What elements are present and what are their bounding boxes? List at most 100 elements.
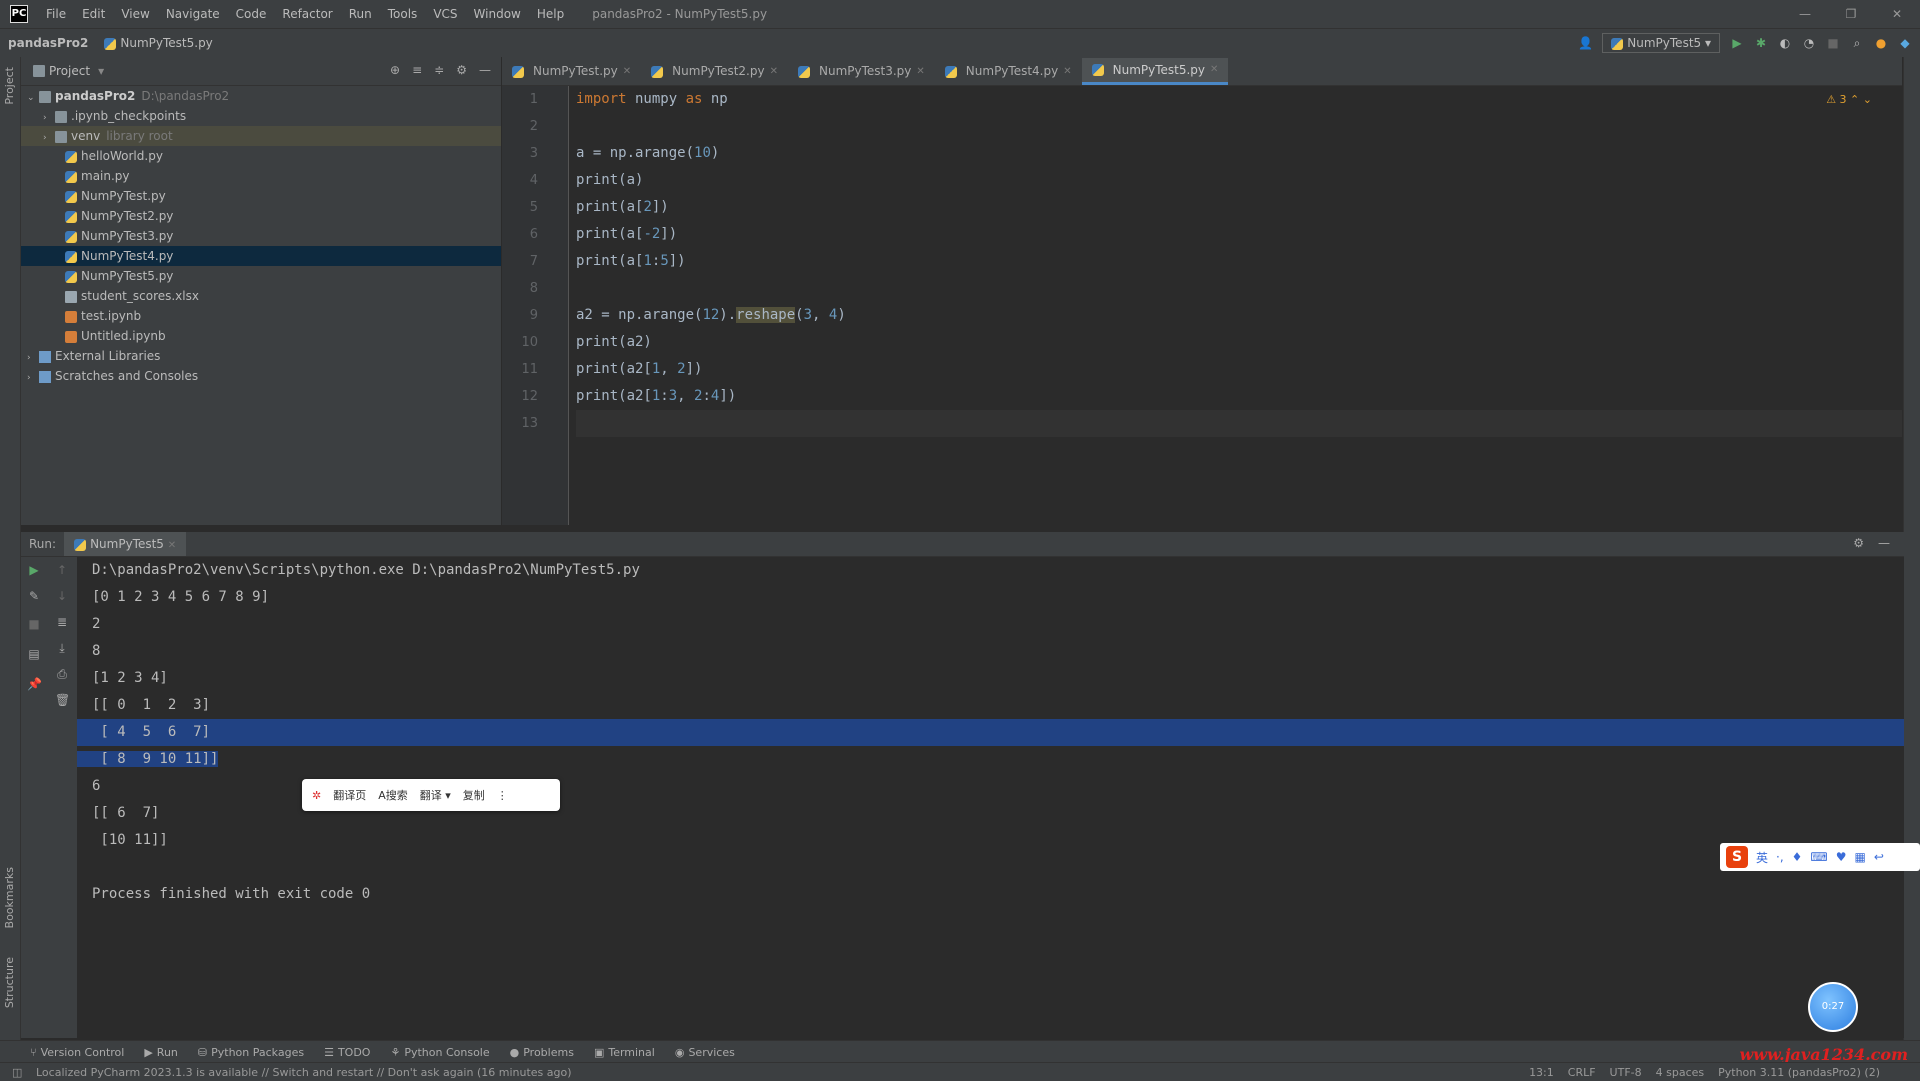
tree-item-file[interactable]: Untitled.ipynb (21, 326, 501, 346)
tab-numpytest[interactable]: NumPyTest.py ✕ (502, 58, 641, 85)
ime-item[interactable]: ⌨ (1810, 850, 1827, 864)
tree-item-scratches[interactable]: › Scratches and Consoles (21, 366, 501, 386)
close-tab-icon[interactable]: ✕ (1063, 58, 1071, 85)
line-separator[interactable]: CRLF (1568, 1066, 1596, 1079)
console-line[interactable]: [ 8 9 10 11]] (77, 746, 1904, 773)
tool-run[interactable]: ▶ Run (134, 1046, 188, 1059)
tree-item-file[interactable]: NumPyTest2.py (21, 206, 501, 226)
tab-numpytest2[interactable]: NumPyTest2.py ✕ (641, 58, 788, 85)
chevron-right-icon[interactable]: › (27, 348, 39, 368)
menu-refactor[interactable]: Refactor (274, 7, 340, 21)
breadcrumb-project[interactable]: pandasPro2 (0, 36, 96, 50)
plugin-icon[interactable]: ◆ (1898, 36, 1912, 50)
ime-item[interactable]: ▦ (1855, 850, 1866, 864)
indent-setting[interactable]: 4 spaces (1656, 1066, 1705, 1079)
maximize-icon[interactable]: ❐ (1828, 0, 1874, 28)
tool-version-control[interactable]: ⑂ Version Control (0, 1046, 134, 1059)
python-interpreter[interactable]: Python 3.11 (pandasPro2) (2) (1718, 1066, 1880, 1079)
structure-tool-tab[interactable]: Structure (3, 957, 16, 1008)
code-line[interactable]: print(a[1:5]) (576, 248, 1902, 275)
code-line[interactable]: import numpy as np (576, 86, 1902, 113)
rerun-icon[interactable]: ▶ (27, 563, 41, 577)
chevron-down-icon[interactable]: ▾ (98, 64, 104, 78)
stop-icon[interactable]: ■ (27, 617, 41, 631)
status-toggle-icon[interactable]: ◫ (12, 1066, 22, 1079)
code-line[interactable]: a = np.arange(10) (576, 140, 1902, 167)
file-encoding[interactable]: UTF-8 (1610, 1066, 1642, 1079)
menu-window[interactable]: Window (466, 7, 529, 21)
console-line[interactable]: [ 4 5 6 7] (77, 719, 1904, 746)
menu-view[interactable]: View (113, 7, 157, 21)
soft-wrap-icon[interactable]: ≣ (55, 615, 69, 629)
project-tool-tab[interactable]: Project (3, 67, 16, 105)
popup-copy[interactable]: 复制 (463, 787, 485, 803)
run-icon[interactable]: ▶ (1730, 36, 1744, 50)
code-line[interactable]: print(a2[1:3, 2:4]) (576, 383, 1902, 410)
menu-tools[interactable]: Tools (380, 7, 426, 21)
hide-icon[interactable]: — (479, 63, 491, 77)
tree-item-file[interactable]: NumPyTest3.py (21, 226, 501, 246)
update-icon[interactable]: ● (1874, 36, 1888, 50)
debug-icon[interactable]: ✱ (1754, 36, 1768, 50)
close-icon[interactable]: ✕ (1874, 0, 1920, 28)
stop-icon[interactable]: ■ (1826, 36, 1840, 50)
gear-icon[interactable]: ⚙ (456, 63, 467, 77)
sogou-logo-icon[interactable]: S (1726, 846, 1748, 868)
tab-numpytest5-active[interactable]: NumPyTest5.py ✕ (1081, 58, 1229, 85)
console-line[interactable]: Process finished with exit code 0 (77, 881, 1904, 908)
tree-item-checkpoints[interactable]: › .ipynb_checkpoints (21, 106, 501, 126)
tree-item-file[interactable]: test.ipynb (21, 306, 501, 326)
code-line[interactable]: print(a2) (576, 329, 1902, 356)
chevron-down-icon[interactable]: ⌄ (27, 88, 39, 108)
tree-item-external-libraries[interactable]: › External Libraries (21, 346, 501, 366)
print-icon[interactable]: ⎙ (55, 667, 69, 681)
code-line[interactable]: print(a[-2]) (576, 221, 1902, 248)
close-tab-icon[interactable]: ✕ (623, 58, 631, 85)
chevron-right-icon[interactable]: › (27, 368, 39, 388)
tree-item-file[interactable]: helloWorld.py (21, 146, 501, 166)
tab-numpytest4[interactable]: NumPyTest4.py ✕ (935, 58, 1082, 85)
menu-navigate[interactable]: Navigate (158, 7, 228, 21)
caret-position[interactable]: 13:1 (1529, 1066, 1554, 1079)
ime-item[interactable]: ♦ (1792, 850, 1803, 864)
expand-all-icon[interactable]: ≡ (412, 63, 422, 77)
console-line[interactable]: [[ 0 1 2 3] (77, 692, 1904, 719)
code-line[interactable]: print(a[2]) (576, 194, 1902, 221)
menu-code[interactable]: Code (228, 7, 275, 21)
project-panel-title[interactable]: Project (49, 64, 90, 78)
breadcrumb-file[interactable]: NumPyTest5.py (96, 36, 220, 50)
ime-item[interactable]: 英 (1756, 849, 1768, 866)
user-icon[interactable]: 👤 (1578, 36, 1593, 50)
locate-icon[interactable]: ⊕ (390, 63, 400, 77)
menu-help[interactable]: Help (529, 7, 572, 21)
gear-icon[interactable]: ⚙ (1853, 536, 1864, 550)
popup-translate-page[interactable]: 翻译页 (333, 787, 366, 803)
ime-item[interactable]: ·, (1776, 850, 1784, 864)
down-icon[interactable]: ↓ (55, 589, 69, 603)
search-icon[interactable]: ⌕ (1850, 36, 1864, 50)
tree-item-file-selected[interactable]: NumPyTest4.py (21, 246, 501, 266)
run-configuration-select[interactable]: NumPyTest5 ▾ (1602, 33, 1720, 53)
floating-timer-ball[interactable]: 0:27 (1808, 982, 1858, 1032)
tool-python-packages[interactable]: ⛁ Python Packages (188, 1046, 314, 1059)
code-line[interactable] (576, 275, 1902, 302)
pin-icon[interactable]: 📌 (27, 677, 42, 691)
chevron-right-icon[interactable]: › (43, 108, 55, 128)
code-line[interactable]: print(a2[1, 2]) (576, 356, 1902, 383)
minimize-icon[interactable]: — (1782, 0, 1828, 28)
console-line[interactable]: [10 11]] (77, 827, 1904, 854)
code-line[interactable]: a2 = np.arange(12).reshape(3, 4) (576, 302, 1902, 329)
menu-edit[interactable]: Edit (74, 7, 113, 21)
tool-todo[interactable]: ☰ TODO (314, 1046, 380, 1059)
console-line[interactable]: [1 2 3 4] (77, 665, 1904, 692)
run-tab[interactable]: NumPyTest5 ✕ (64, 532, 187, 556)
tab-numpytest3[interactable]: NumPyTest3.py ✕ (788, 58, 935, 85)
wrench-icon[interactable]: ✎ (27, 589, 41, 603)
menu-file[interactable]: File (38, 7, 74, 21)
console-line[interactable]: 8 (77, 638, 1904, 665)
console-line[interactable]: 2 (77, 611, 1904, 638)
popup-more[interactable]: ⋮ (497, 789, 508, 802)
code-area[interactable]: import numpy as np a = np.arange(10) print… (576, 86, 1902, 437)
code-line[interactable] (576, 113, 1902, 140)
layout-icon[interactable]: ▤ (27, 647, 41, 661)
